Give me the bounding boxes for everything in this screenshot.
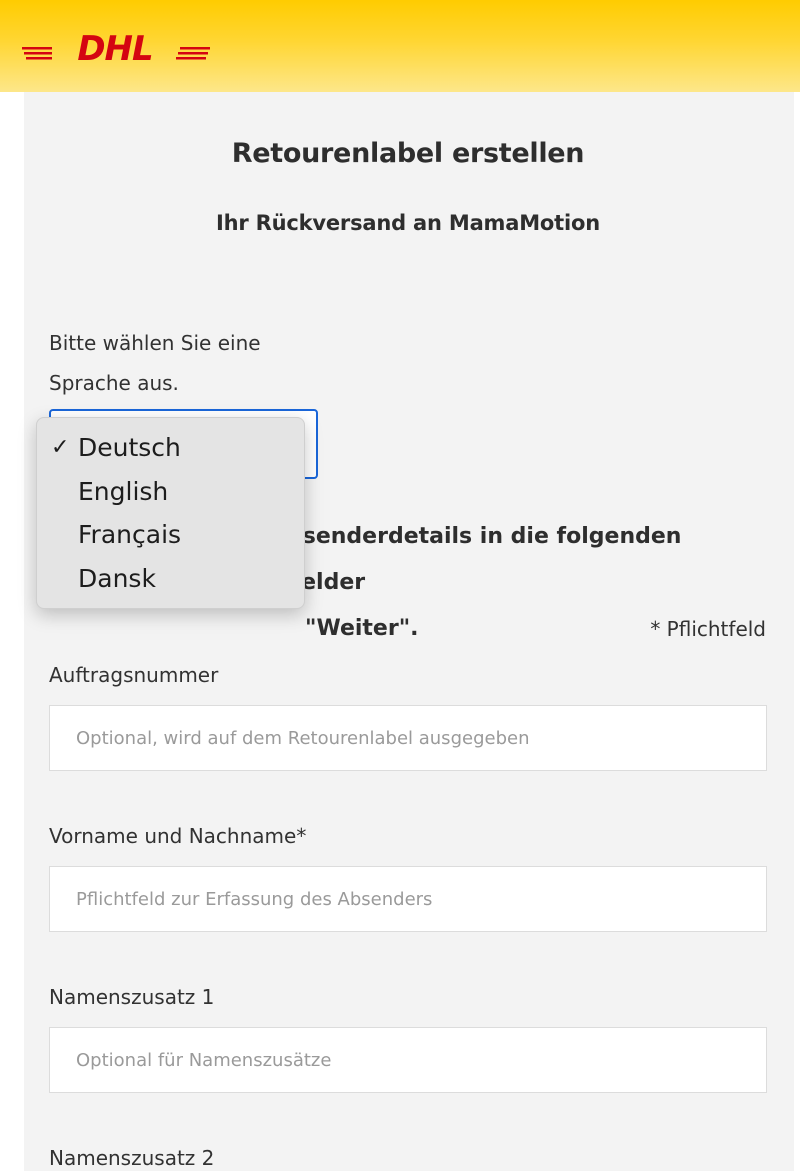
name-addition-2-label: Namenszusatz 2 xyxy=(49,1146,215,1170)
language-option-label: English xyxy=(78,476,169,506)
header-bar: DHL xyxy=(0,0,800,92)
language-option-dansk[interactable]: Dansk xyxy=(37,557,304,601)
language-option-deutsch[interactable]: ✓ Deutsch xyxy=(37,426,304,470)
required-field-note: * Pflichtfeld xyxy=(650,617,766,641)
language-option-label: Français xyxy=(78,520,182,549)
language-option-francais[interactable]: Français xyxy=(37,513,304,557)
language-option-label: Deutsch xyxy=(78,433,181,462)
checkmark-icon: ✓ xyxy=(51,435,70,460)
language-option-label: Dansk xyxy=(78,563,156,593)
full-name-label: Vorname und Nachname* xyxy=(49,824,307,848)
name-addition-1-label: Namenszusatz 1 xyxy=(49,985,215,1009)
language-label: Bitte wählen Sie eine Sprache aus. xyxy=(49,331,261,395)
language-dropdown-menu: ✓ Deutsch English Français Dansk xyxy=(36,417,305,609)
name-addition-1-input[interactable] xyxy=(49,1027,767,1093)
instructions-line-2: "Weiter". xyxy=(305,616,419,641)
page-subtitle: Ihr Rückversand an MamaMotion xyxy=(216,211,600,235)
language-option-english[interactable]: English xyxy=(37,470,304,514)
order-number-label: Auftragsnummer xyxy=(49,663,219,687)
full-name-input[interactable] xyxy=(49,866,767,932)
logo-text: DHL xyxy=(77,30,152,64)
page-title: Retourenlabel erstellen xyxy=(231,138,585,169)
dhl-logo[interactable]: DHL xyxy=(22,30,210,64)
order-number-input[interactable] xyxy=(49,705,767,771)
